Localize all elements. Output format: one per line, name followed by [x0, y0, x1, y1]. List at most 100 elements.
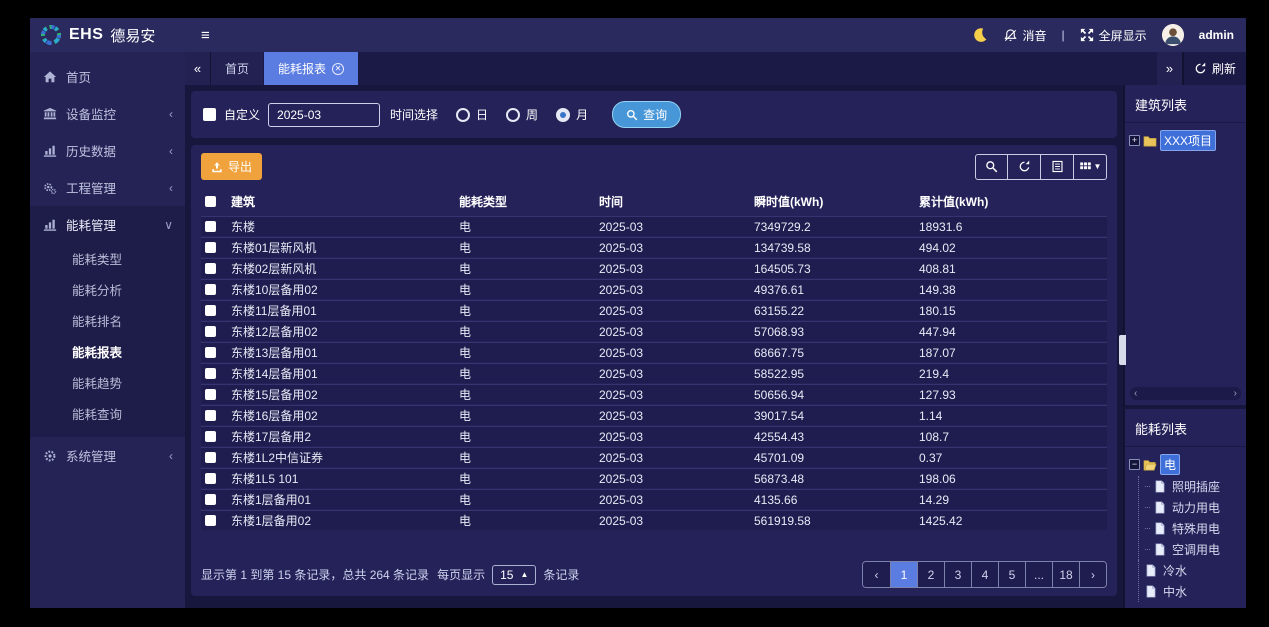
energy-tree-root[interactable]: − 电	[1129, 453, 1242, 476]
theme-moon-icon[interactable]	[972, 27, 988, 43]
table-row[interactable]: 东楼1层备用02电2025-03561919.581425.42	[201, 510, 1107, 530]
table-row[interactable]: 东楼14层备用01电2025-0358522.95219.4	[201, 363, 1107, 383]
panel-splitter-handle[interactable]	[1119, 335, 1126, 365]
sidebar-item-energy-mgmt[interactable]: 能耗管理 ∨	[30, 206, 185, 243]
hamburger-menu-icon[interactable]: ≡	[201, 27, 209, 44]
page-next-button[interactable]: ›	[1079, 562, 1106, 587]
row-checkbox[interactable]	[205, 389, 216, 400]
table-row[interactable]: 东楼1L5 101电2025-0356873.48198.06	[201, 468, 1107, 488]
row-checkbox[interactable]	[205, 473, 216, 484]
table-row[interactable]: 东楼16层备用02电2025-0339017.541.14	[201, 405, 1107, 425]
table-row[interactable]: 东楼17层备用2电2025-0342554.43108.7	[201, 426, 1107, 446]
sidebar-item-engineering[interactable]: 工程管理 ‹	[30, 169, 185, 206]
columns-button[interactable]: ▼	[1074, 154, 1107, 180]
page-button-4[interactable]: 4	[971, 562, 998, 587]
tree-leaf-label[interactable]: 中水	[1160, 582, 1190, 601]
fullscreen-button[interactable]: 全屏显示	[1080, 27, 1147, 44]
row-checkbox[interactable]	[205, 431, 216, 442]
sidebar-sub-energy-query[interactable]: 能耗查询	[30, 398, 185, 429]
table-row[interactable]: 东楼13层备用01电2025-0368667.75187.07	[201, 342, 1107, 362]
select-all-checkbox[interactable]	[205, 196, 216, 207]
energy-tree-leaf[interactable]: 照明插座	[1145, 476, 1242, 497]
row-checkbox[interactable]	[205, 263, 216, 274]
mute-button[interactable]: 消音	[1003, 27, 1047, 44]
sidebar-item-home[interactable]: 首页	[30, 58, 185, 95]
table-refresh-button[interactable]	[1008, 154, 1041, 180]
sidebar-sub-energy-ranking[interactable]: 能耗排名	[30, 305, 185, 336]
query-button[interactable]: 查询	[612, 101, 681, 128]
page-button-...[interactable]: ...	[1025, 562, 1052, 587]
user-avatar[interactable]	[1162, 24, 1184, 46]
energy-tree-leaf[interactable]: 冷水	[1145, 560, 1242, 581]
refresh-tab-button[interactable]: 刷新	[1183, 52, 1246, 85]
tree-leaf-label[interactable]: 冷水	[1160, 561, 1190, 580]
table-row[interactable]: 东楼02层新风机电2025-03164505.73408.81	[201, 258, 1107, 278]
row-checkbox[interactable]	[205, 347, 216, 358]
row-checkbox[interactable]	[205, 410, 216, 421]
table-row[interactable]: 东楼12层备用02电2025-0357068.93447.94	[201, 321, 1107, 341]
col-header-time[interactable]: 时间	[595, 193, 750, 210]
page-button-5[interactable]: 5	[998, 562, 1025, 587]
toggle-view-button[interactable]	[1041, 154, 1074, 180]
energy-tree-leaf[interactable]: 特殊用电	[1145, 518, 1242, 539]
tabs-scroll-left-button[interactable]: «	[185, 52, 211, 85]
sidebar-sub-energy-report[interactable]: 能耗报表	[30, 336, 185, 367]
username[interactable]: admin	[1199, 28, 1234, 42]
table-row[interactable]: 东楼10层备用02电2025-0349376.61149.38	[201, 279, 1107, 299]
table-row[interactable]: 东楼1层备用01电2025-034135.6614.29	[201, 489, 1107, 509]
table-search-button[interactable]	[975, 154, 1008, 180]
table-row[interactable]: 东楼01层新风机电2025-03134739.58494.02	[201, 237, 1107, 257]
sidebar-item-history-data[interactable]: 历史数据 ‹	[30, 132, 185, 169]
radio-week[interactable]: 周	[506, 106, 538, 123]
sidebar-sub-energy-trend[interactable]: 能耗趋势	[30, 367, 185, 398]
row-checkbox[interactable]	[205, 452, 216, 463]
table-row[interactable]: 东楼1L2中信证券电2025-0345701.090.37	[201, 447, 1107, 467]
custom-checkbox[interactable]	[203, 108, 216, 121]
horizontal-scrollbar[interactable]: ‹ ›	[1130, 387, 1241, 400]
page-prev-button[interactable]: ‹	[863, 562, 890, 587]
expand-plus-icon[interactable]: +	[1129, 135, 1140, 146]
scroll-left-icon[interactable]: ‹	[1134, 388, 1137, 399]
col-header-energy-type[interactable]: 能耗类型	[455, 193, 595, 210]
tree-leaf-label[interactable]: 动力用电	[1169, 498, 1223, 517]
row-checkbox[interactable]	[205, 494, 216, 505]
collapse-minus-icon[interactable]: −	[1129, 459, 1140, 470]
tabs-scroll-right-button[interactable]: »	[1157, 52, 1183, 85]
row-checkbox[interactable]	[205, 368, 216, 379]
page-button-3[interactable]: 3	[944, 562, 971, 587]
sidebar-item-device-monitor[interactable]: 设备监控 ‹	[30, 95, 185, 132]
row-checkbox[interactable]	[205, 284, 216, 295]
sidebar-sub-energy-analysis[interactable]: 能耗分析	[30, 274, 185, 305]
tree-leaf-label[interactable]: 照明插座	[1169, 477, 1223, 496]
page-button-18[interactable]: 18	[1052, 562, 1079, 587]
energy-tree-leaf[interactable]: 动力用电	[1145, 497, 1242, 518]
radio-month[interactable]: 月	[556, 106, 588, 123]
table-row[interactable]: 东楼电2025-037349729.218931.6	[201, 216, 1107, 236]
tab-close-icon[interactable]: ✕	[332, 63, 344, 75]
building-tree-node[interactable]: + XXX项目	[1129, 129, 1242, 152]
row-checkbox[interactable]	[205, 515, 216, 526]
col-header-total-value[interactable]: 累计值(kWh)	[915, 193, 1107, 210]
page-button-1[interactable]: 1	[890, 562, 917, 587]
col-header-building[interactable]: 建筑	[227, 193, 455, 210]
tab-energy-report[interactable]: 能耗报表 ✕	[264, 52, 358, 85]
table-row[interactable]: 东楼11层备用01电2025-0363155.22180.15	[201, 300, 1107, 320]
radio-day[interactable]: 日	[456, 106, 488, 123]
energy-root-label[interactable]: 电	[1160, 454, 1180, 475]
tab-home[interactable]: 首页	[211, 52, 263, 85]
tree-leaf-label[interactable]: 特殊用电	[1169, 519, 1223, 538]
row-checkbox[interactable]	[205, 305, 216, 316]
energy-tree-leaf[interactable]: 空调用电	[1145, 539, 1242, 560]
energy-tree-leaf[interactable]: 中水	[1145, 581, 1242, 602]
table-row[interactable]: 东楼15层备用02电2025-0350656.94127.93	[201, 384, 1107, 404]
sidebar-sub-energy-type[interactable]: 能耗类型	[30, 243, 185, 274]
row-checkbox[interactable]	[205, 326, 216, 337]
export-button[interactable]: 导出	[201, 153, 262, 180]
page-size-select[interactable]: 15 ▲	[492, 565, 536, 585]
row-checkbox[interactable]	[205, 221, 216, 232]
tree-leaf-label[interactable]: 空调用电	[1169, 540, 1223, 559]
col-header-instant-value[interactable]: 瞬时值(kWh)	[750, 193, 915, 210]
page-button-2[interactable]: 2	[917, 562, 944, 587]
sidebar-item-system-mgmt[interactable]: 系统管理 ‹	[30, 437, 185, 474]
row-checkbox[interactable]	[205, 242, 216, 253]
